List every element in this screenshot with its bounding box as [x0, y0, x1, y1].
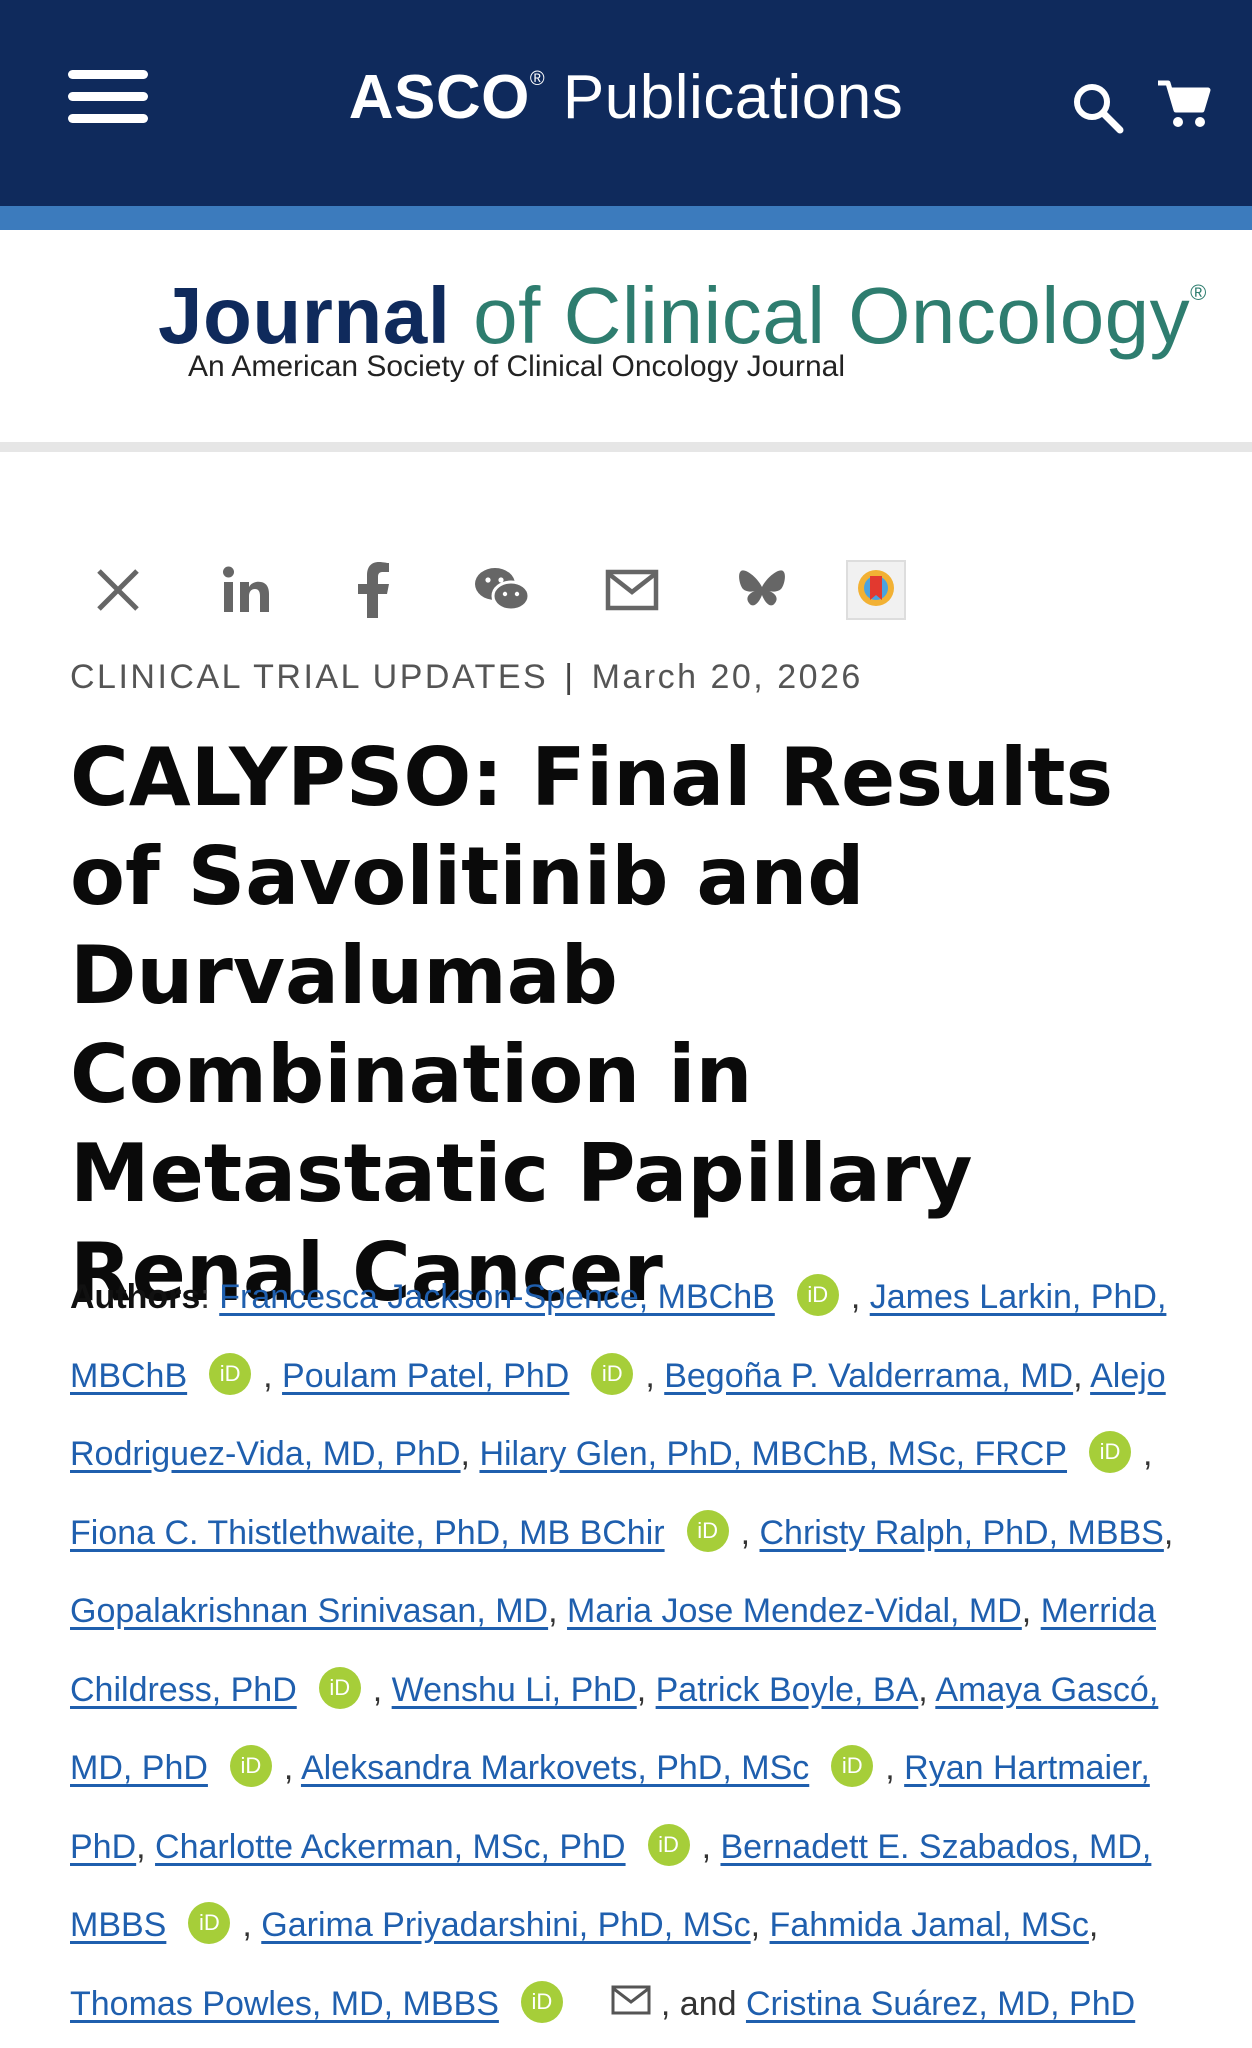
authors-label: Authors [70, 1278, 201, 1316]
orcid-icon[interactable]: iD [591, 1352, 634, 1395]
author-link[interactable]: Fiona C. Thistlethwaite, PhD, MB BChir [70, 1514, 665, 1552]
author-link[interactable]: Begoña P. Valderrama, MD [664, 1357, 1073, 1395]
journal-masthead: Journal of Clinical Oncology® An America… [0, 230, 1252, 452]
email-icon[interactable] [611, 1965, 651, 2014]
orcid-icon[interactable]: iD [686, 1509, 729, 1552]
search-icon[interactable] [1070, 80, 1126, 136]
author-link[interactable]: Gopalakrishnan Srinivasan, MD [70, 1592, 548, 1630]
brand-publications: Publications [545, 63, 904, 132]
orcid-icon[interactable]: iD [831, 1745, 874, 1787]
x-icon[interactable] [86, 558, 150, 622]
facebook-icon[interactable] [342, 558, 406, 622]
orcid-icon[interactable]: iD [520, 1980, 563, 2023]
cart-icon[interactable] [1156, 78, 1212, 130]
mendeley-icon[interactable] [844, 558, 908, 622]
asco-publications-logo[interactable]: ASCO® Publications [0, 62, 1252, 133]
author-link[interactable]: Garima Priyadarshini, PhD, MSc [261, 1906, 750, 1944]
author-link[interactable]: Poulam Patel, PhD [282, 1357, 569, 1395]
top-nav-bar: ASCO® Publications [0, 0, 1252, 230]
author-link[interactable]: Francesca Jackson-Spence, MBChB [219, 1278, 775, 1316]
share-bar [70, 558, 970, 628]
journal-title-rest: of Clinical Oncology [450, 271, 1191, 360]
email-icon[interactable] [600, 558, 664, 622]
orcid-icon[interactable]: iD [647, 1823, 690, 1866]
article-meta: CLINICAL TRIAL UPDATES | March 20, 2026 [70, 658, 863, 697]
linkedin-icon[interactable] [214, 558, 278, 622]
orcid-icon[interactable]: iD [188, 1902, 231, 1944]
article-category[interactable]: CLINICAL TRIAL UPDATES [70, 658, 548, 696]
article-title: CALYPSO: Final Results of Savolitinib an… [70, 731, 1114, 1319]
journal-logo[interactable]: Journal of Clinical Oncology® [158, 270, 1207, 362]
orcid-icon[interactable]: iD [318, 1666, 361, 1709]
orcid-icon[interactable]: iD [209, 1352, 252, 1395]
orcid-icon[interactable]: iD [229, 1745, 272, 1787]
meta-separator: | [564, 658, 576, 696]
author-link[interactable]: Charlotte Ackerman, MSc, PhD [155, 1828, 626, 1866]
journal-subtitle: An American Society of Clinical Oncology… [188, 350, 845, 383]
journal-title-bold: Journal [158, 271, 451, 360]
author-link[interactable]: Aleksandra Markovets, PhD, MSc [301, 1749, 809, 1787]
and-connector: , and [660, 1984, 746, 2023]
author-link[interactable]: Cristina Suárez, MD, PhD [746, 1985, 1135, 2023]
article-date: March 20, 2026 [591, 658, 863, 696]
author-link[interactable]: Wenshu Li, PhD [392, 1671, 637, 1709]
journal-registered-mark: ® [1190, 280, 1207, 305]
orcid-icon[interactable]: iD [1089, 1431, 1132, 1473]
wechat-icon[interactable] [470, 558, 534, 622]
bluesky-icon[interactable] [730, 558, 794, 622]
author-link[interactable]: Thomas Powles, MD, MBBS [70, 1985, 499, 2023]
brand-asco: ASCO [348, 63, 530, 132]
author-link[interactable]: Patrick Boyle, BA [656, 1671, 919, 1709]
author-link[interactable]: Maria Jose Mendez-Vidal, MD [567, 1592, 1022, 1630]
author-link[interactable]: Fahmida Jamal, MSc [770, 1906, 1089, 1944]
orcid-icon[interactable]: iD [796, 1274, 839, 1316]
brand-registered-mark: ® [529, 68, 546, 90]
authors-list: Authors: Francesca Jackson-Spence, MBChB… [70, 1258, 1182, 2043]
author-link[interactable]: Hilary Glen, PhD, MBChB, MSc, FRCP [479, 1435, 1067, 1473]
author-link[interactable]: Christy Ralph, PhD, MBBS [760, 1514, 1164, 1552]
